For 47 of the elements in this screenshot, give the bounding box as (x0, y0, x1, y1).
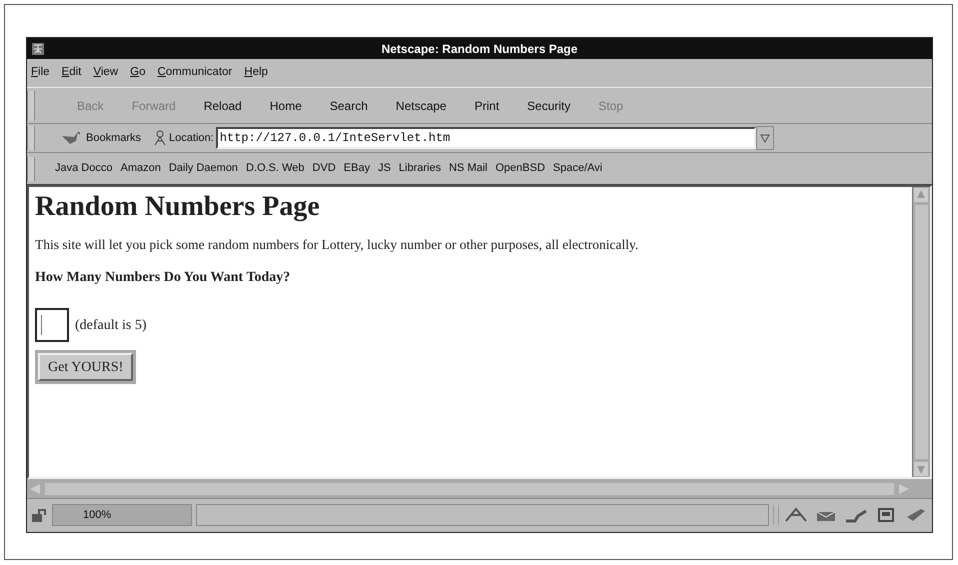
toolbar-grip[interactable] (27, 90, 35, 120)
menu-item[interactable]: Edit (62, 64, 82, 82)
toolbar-button[interactable]: Search (318, 96, 380, 114)
bookmark-link[interactable]: Amazon (120, 160, 161, 177)
intro-text: This site will let you pick some random numbers for Lottery, lucky number or other purposes, all electronically. (35, 236, 640, 254)
toolbar-button[interactable]: Netscape (384, 96, 458, 114)
url-field[interactable]: http://127.0.0.1/InteServlet.htm (216, 127, 756, 149)
menu-item[interactable]: View (93, 64, 118, 82)
toolbar-grip[interactable] (27, 126, 35, 150)
bookmark-link[interactable]: Java Docco (55, 160, 112, 177)
bookmarks-button[interactable]: Bookmarks (61, 130, 142, 146)
page-heading: Random Numbers Page (35, 190, 321, 224)
bookmark-link[interactable]: DVD (312, 160, 336, 177)
dropdown-button[interactable] (756, 126, 774, 150)
bookmark-link[interactable]: NS Mail (448, 160, 488, 177)
toolbar-button[interactable]: Home (258, 96, 314, 114)
bookmark-link[interactable]: D.O.S. Web (246, 160, 304, 177)
menu-item[interactable]: File (31, 64, 50, 82)
progress-indicator: 100% (52, 504, 192, 526)
window-menu-icon[interactable] (31, 42, 45, 56)
toolbar-button[interactable]: Print (462, 96, 512, 114)
scroll-down-icon[interactable] (913, 461, 929, 477)
window-title: Netscape: Random Numbers Page (381, 40, 578, 58)
dropdown-icon (760, 133, 770, 143)
scroll-up-icon[interactable] (913, 187, 929, 203)
default-note: (default is 5) (75, 316, 147, 335)
bookmark-link[interactable]: OpenBSD (496, 160, 546, 177)
toolbar-grip[interactable] (27, 156, 35, 180)
bookmark-link[interactable]: JS (378, 160, 391, 177)
question-text: How Many Numbers Do You Want Today? (35, 269, 292, 288)
horizontal-scrollbar[interactable] (27, 479, 932, 499)
bookmark-link[interactable]: Daily Daemon (168, 160, 238, 177)
menu-item[interactable]: Help (244, 64, 268, 82)
bookmark-link[interactable]: EBay (344, 160, 370, 177)
count-field[interactable] (35, 308, 69, 342)
toolbar-button[interactable]: Security (515, 96, 583, 114)
location-icon (153, 130, 168, 146)
submit-button[interactable]: Get YOURS! (38, 353, 134, 382)
bookmark-icon (61, 131, 83, 145)
bookmark-link[interactable]: Space/Avi (553, 160, 602, 177)
menu-item[interactable]: Communicator (157, 64, 232, 82)
lock-icon (30, 507, 48, 523)
menu-item[interactable]: Go (130, 64, 146, 82)
vertical-scrollbar[interactable] (912, 187, 930, 477)
bookmark-link[interactable]: Libraries (398, 160, 441, 177)
toolbar-button[interactable]: Reload (192, 96, 254, 114)
location-label: Location: (169, 130, 214, 146)
